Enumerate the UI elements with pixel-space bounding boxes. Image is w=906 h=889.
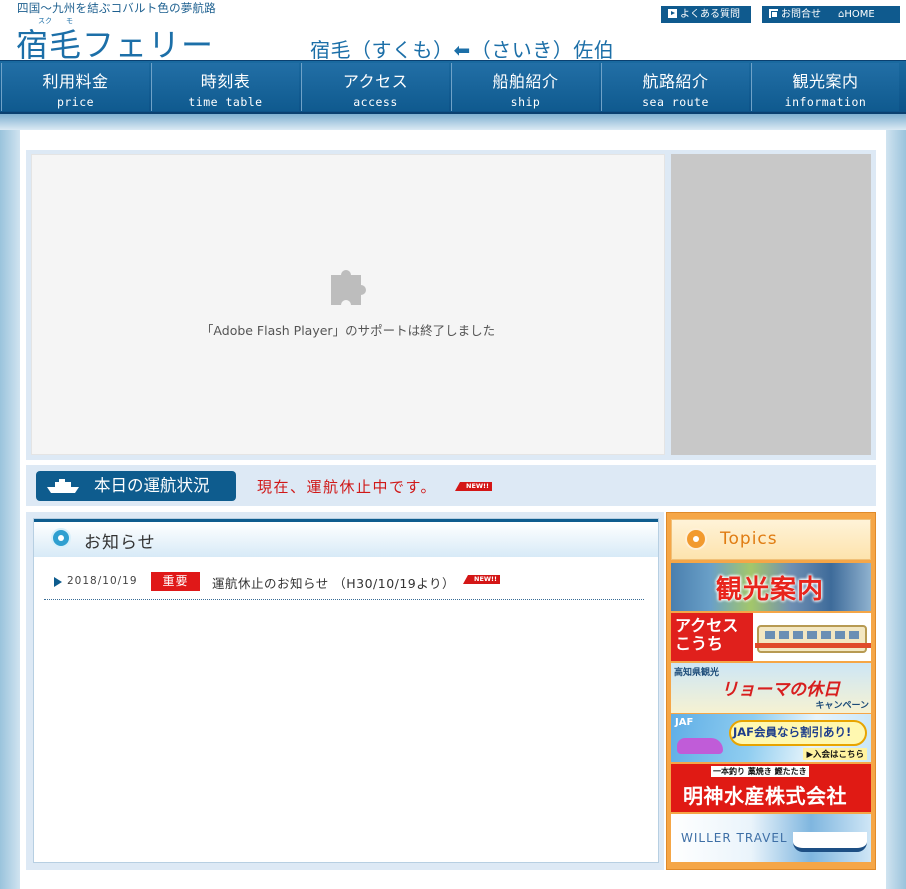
nav-label-jp: 利用料金 xyxy=(42,72,109,91)
banner-text: 明神水産株式会社 xyxy=(683,784,847,808)
flash-side-panel xyxy=(671,154,871,455)
banner-subtext: ▶入会はこちら xyxy=(803,748,867,760)
train-stripe xyxy=(755,643,871,648)
news-link[interactable]: 運航休止のお知らせ （H30/10/19より） xyxy=(212,573,455,592)
nav-item-ship[interactable]: 船舶紹介 ship xyxy=(451,63,599,111)
nav-item-sea-route[interactable]: 航路紹介 sea route xyxy=(601,63,749,111)
train-icon xyxy=(757,625,867,653)
ship-icon xyxy=(47,479,79,493)
banner-myojin-suisan[interactable]: 一本釣り 藁焼き 鰹たたき 明神水産株式会社 xyxy=(671,764,871,812)
banner-text-line1: アクセス xyxy=(675,616,739,635)
banner-jaf[interactable]: JAF JAF会員なら割引あり! ▶入会はこちら xyxy=(671,714,871,762)
banner-sightseeing[interactable]: 観光案内 xyxy=(671,563,871,611)
nav-label-jp: 船舶紹介 xyxy=(492,72,559,91)
nav-label-en: price xyxy=(56,95,95,109)
banner-subtext: 一本釣り 藁焼き 鰹たたき xyxy=(711,766,809,777)
status-label: 本日の運航状況 xyxy=(94,476,210,495)
flash-message: 「Adobe Flash Player」のサポートは終了しました xyxy=(200,323,496,338)
banner-ryoma-holiday[interactable]: 高知県観光 リョーマの休日 キャンペーン xyxy=(671,663,871,713)
nav-item-timetable[interactable]: 時刻表 time table xyxy=(151,63,299,111)
jaf-logo: JAF xyxy=(675,717,694,728)
nav-item-price[interactable]: 利用料金 price xyxy=(1,63,149,111)
nav-label-en: ship xyxy=(510,95,541,109)
target-icon xyxy=(685,528,707,550)
new-badge: NEW!! xyxy=(455,482,492,491)
nav-label-en: access xyxy=(353,95,398,109)
car-icon xyxy=(677,738,723,754)
site-header: 四国～九州を結ぶコバルト色の夢航路 スク モ 宿毛フェリー 宿毛（すくも）⬅（さ… xyxy=(0,0,906,64)
banner-text: リョーマの休日 xyxy=(721,680,840,700)
banner-text: アクセス こうち xyxy=(675,617,738,653)
home-label: HOME xyxy=(844,9,875,20)
banner-subtext: キャンペーン xyxy=(815,701,869,711)
news-title: お知らせ xyxy=(84,533,156,553)
banner-text: 観光案内 xyxy=(716,575,825,605)
arrow-right-icon xyxy=(54,577,62,587)
nav-label-en: information xyxy=(784,95,867,109)
status-text[interactable]: 現在、運航休止中です。 xyxy=(257,476,437,497)
ship-icon xyxy=(793,832,867,852)
banner-willer-travel[interactable]: WILLER TRAVEL xyxy=(671,814,871,862)
banner-text-line2: こうち xyxy=(675,634,724,653)
contact-label: お問合せ xyxy=(781,9,821,20)
important-badge: 重要 xyxy=(151,572,200,591)
faq-label: よくある質問 xyxy=(680,9,740,20)
plugin-icon xyxy=(331,270,366,305)
nav-label-en: sea route xyxy=(642,95,709,109)
status-label-box: 本日の運航状況 xyxy=(36,471,236,501)
nav-label-en: time table xyxy=(188,95,263,109)
route-title: 宿毛（すくも）⬅（さいき）佐伯 xyxy=(310,38,615,62)
nav-item-information[interactable]: 観光案内 information xyxy=(751,63,899,111)
nav-label-jp: アクセス xyxy=(342,72,409,91)
news-date: 2018/10/19 xyxy=(67,575,138,587)
play-icon xyxy=(668,9,677,18)
contact-button[interactable]: お問合せ xyxy=(762,6,900,23)
banner-subtext: 高知県観光 xyxy=(674,668,720,678)
main-nav: 利用料金 price 時刻表 time table アクセス access 船舶… xyxy=(0,60,906,114)
mail-icon xyxy=(769,9,778,18)
home-button[interactable]: ⌂HOME xyxy=(838,6,875,23)
banner-text: WILLER TRAVEL xyxy=(681,831,788,845)
banner-access-kochi[interactable]: アクセス こうち xyxy=(671,613,871,661)
target-icon xyxy=(51,528,71,548)
nav-label-jp: 時刻表 xyxy=(200,72,251,91)
site-tagline: 四国～九州を結ぶコバルト色の夢航路 xyxy=(17,1,216,15)
nav-item-access[interactable]: アクセス access xyxy=(301,63,449,111)
nav-label-jp: 観光案内 xyxy=(792,72,859,91)
banner-text: JAF会員なら割引あり! xyxy=(733,725,852,739)
nav-label-jp: 航路紹介 xyxy=(642,72,709,91)
faq-button[interactable]: よくある質問 xyxy=(661,6,751,23)
news-item[interactable]: 2018/10/19 重要 運航休止のお知らせ （H30/10/19より） NE… xyxy=(44,569,644,600)
topics-title: Topics xyxy=(720,529,778,549)
page-background-top xyxy=(0,114,906,130)
new-badge: NEW!! xyxy=(463,575,500,584)
